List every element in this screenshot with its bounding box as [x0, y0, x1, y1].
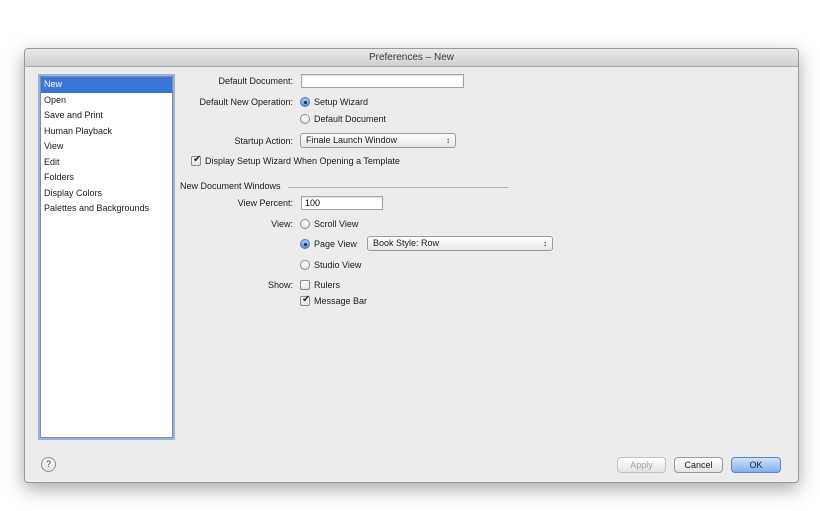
sidebar-item-folders[interactable]: Folders [41, 170, 172, 186]
window-title: Preferences – New [25, 49, 798, 67]
view-percent-field[interactable] [301, 196, 383, 210]
sidebar-item-display-colors[interactable]: Display Colors [41, 186, 172, 202]
apply-button[interactable]: Apply [617, 457, 666, 473]
new-document-windows-heading: New Document Windows [180, 181, 281, 191]
page-style-popup[interactable]: Book Style: Row ↕ [367, 236, 553, 251]
default-document-field[interactable] [301, 74, 464, 88]
show-label: Show: [267, 280, 293, 290]
startup-action-value: Finale Launch Window [306, 135, 398, 145]
sidebar-item-human-playback[interactable]: Human Playback [41, 124, 172, 140]
preferences-window: Preferences – New New Open Save and Prin… [24, 48, 799, 483]
view-percent-label: View Percent: [237, 198, 293, 208]
cancel-button[interactable]: Cancel [674, 457, 723, 473]
display-setup-wizard-checkbox[interactable] [191, 154, 201, 166]
message-bar-checkbox[interactable] [300, 294, 310, 306]
ok-button[interactable]: OK [731, 457, 781, 473]
preferences-category-list[interactable]: New Open Save and Print Human Playback V… [40, 76, 173, 438]
group-divider [288, 187, 508, 188]
display-setup-wizard-label: Display Setup Wizard When Opening a Temp… [205, 156, 400, 166]
sidebar-item-view[interactable]: View [41, 139, 172, 155]
setup-wizard-radio[interactable] [300, 97, 310, 107]
sidebar-item-edit[interactable]: Edit [41, 155, 172, 171]
message-bar-label: Message Bar [314, 296, 368, 306]
default-document-label: Default Document: [218, 76, 293, 86]
default-document-radio[interactable] [300, 114, 310, 124]
sidebar-item-save-and-print[interactable]: Save and Print [41, 108, 172, 124]
popup-arrows-icon: ↕ [446, 136, 450, 145]
default-new-operation-label: Default New Operation: [199, 97, 293, 107]
studio-view-radio[interactable] [300, 260, 310, 270]
sidebar-item-palettes-and-backgrounds[interactable]: Palettes and Backgrounds [41, 201, 172, 217]
startup-action-label: Startup Action: [234, 136, 293, 146]
help-icon[interactable]: ? [41, 457, 56, 472]
scroll-view-radio-label: Scroll View [314, 219, 359, 229]
studio-view-radio-label: Studio View [314, 260, 362, 270]
page-view-radio-label: Page View [314, 239, 357, 249]
rulers-checkbox[interactable] [300, 280, 310, 290]
sidebar-item-open[interactable]: Open [41, 93, 172, 109]
page-style-value: Book Style: Row [373, 238, 440, 248]
view-label: View: [271, 219, 293, 229]
rulers-label: Rulers [314, 280, 341, 290]
popup-arrows-icon: ↕ [543, 239, 547, 248]
scroll-view-radio[interactable] [300, 219, 310, 229]
default-document-radio-label: Default Document [314, 114, 387, 124]
sidebar-item-new[interactable]: New [41, 77, 172, 93]
setup-wizard-radio-label: Setup Wizard [314, 97, 369, 107]
page-view-radio[interactable] [300, 239, 310, 249]
startup-action-popup[interactable]: Finale Launch Window ↕ [300, 133, 456, 148]
